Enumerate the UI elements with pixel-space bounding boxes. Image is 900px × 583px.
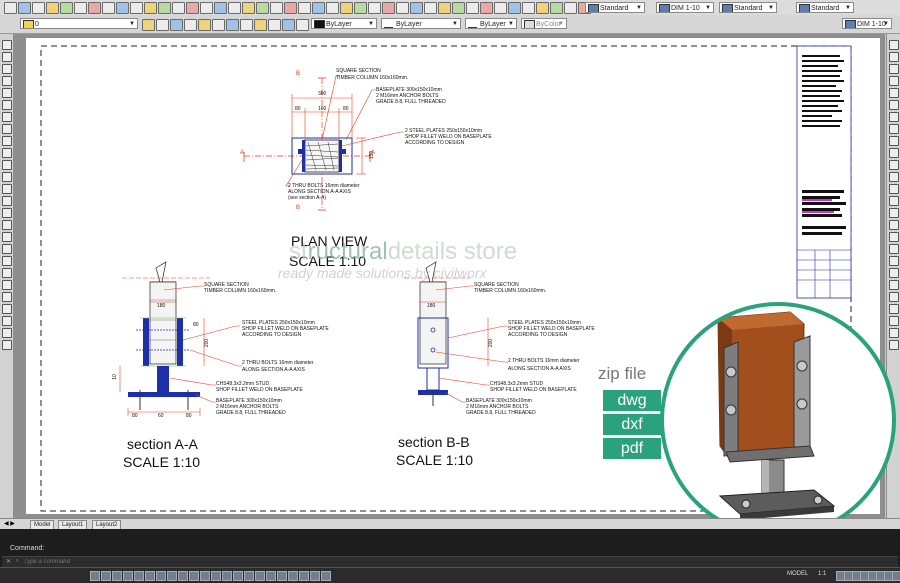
status-toggle-icon[interactable] <box>134 571 144 581</box>
status-toggle-icon[interactable] <box>200 571 210 581</box>
zip-file-label: zip file <box>598 364 647 383</box>
section-bb-scale: SCALE 1:10 <box>396 452 474 468</box>
break-line <box>150 261 176 283</box>
status-toggle-icon[interactable] <box>156 571 166 581</box>
chs-stud <box>426 367 440 391</box>
status-toggle-icon[interactable] <box>244 571 254 581</box>
dim-300: 300 <box>318 91 327 97</box>
status-toggle-icon[interactable] <box>255 571 265 581</box>
section-bb-title: section B-B <box>398 434 470 450</box>
aa-note-bolts-2: ALONG SECTION A-A AXIS <box>242 367 305 373</box>
product-3d-preview <box>660 302 896 538</box>
status-toggle-icon[interactable] <box>299 571 309 581</box>
dwg-badge[interactable]: dwg <box>603 390 661 411</box>
command-input[interactable] <box>24 557 324 566</box>
status-toggle-icon[interactable] <box>266 571 276 581</box>
bb-note-timber-column: TIMBER COLUMN 160x160mm. <box>474 288 547 294</box>
thru-bolt <box>342 149 346 154</box>
aa-dim-200: 200 <box>204 338 211 348</box>
watermark-part-3: details store <box>387 238 518 265</box>
section-marker-a-left: A <box>240 150 245 156</box>
status-toggle-icon[interactable] <box>222 571 232 581</box>
status-toggle-icon[interactable] <box>288 571 298 581</box>
status-toggle-icon[interactable] <box>277 571 287 581</box>
bb-note-plates-3: ACCORDING TO DESIGN <box>508 332 568 338</box>
status-toggle-icon[interactable] <box>233 571 243 581</box>
section-marker-b-top: B <box>296 71 301 77</box>
status-toggle-icon[interactable] <box>178 571 188 581</box>
status-toggle-icon[interactable] <box>90 571 100 581</box>
aa-note-stud-2: SHOP FILLET WELD ON BASEPLATE <box>216 387 303 393</box>
close-icon[interactable]: ✕ <box>6 558 11 565</box>
aa-dim-180: 180 <box>157 303 166 309</box>
note-baseplate-3: GRADE 8.8, FULL THREADED <box>376 99 446 105</box>
watermark-line-1: structuraldetails store <box>289 238 517 266</box>
watermark-part-1: st <box>289 238 308 265</box>
aa-dim-80-left: 80 <box>132 413 138 419</box>
tab-nav-arrows[interactable]: ◀ ▶ <box>4 520 15 527</box>
status-toggle-icon[interactable] <box>112 571 122 581</box>
thru-bolt <box>298 149 302 154</box>
timber-column <box>149 281 177 365</box>
dxf-badge[interactable]: dxf <box>603 414 661 435</box>
note-square-section: SQUARE SECTION <box>336 68 381 74</box>
note-plates-3: ACCORDING TO DESIGN <box>405 140 465 146</box>
status-toggle-icon[interactable] <box>310 571 320 581</box>
section-marker-b-bottom: B <box>296 205 301 211</box>
note-timber-column: TIMBER COLUMN 160x160mm. <box>336 75 409 81</box>
chs-stud <box>157 366 169 392</box>
steel-plate <box>302 140 305 172</box>
bb-note-baseplate-3: GRADE 8.8, FULL THREADED <box>466 410 536 416</box>
timber-post-base-illustration <box>717 311 836 520</box>
aa-dim-10: 10 <box>111 374 118 380</box>
steel-plate <box>143 318 149 366</box>
annotation-scale[interactable]: 1:1 <box>818 571 826 577</box>
note-bolts-3: (see section A-A) <box>288 195 327 201</box>
status-toggle-icon[interactable] <box>101 571 111 581</box>
section-aa-title: section A-A <box>127 436 198 452</box>
aa-note-baseplate-3: GRADE 8.8, FULL THREADED <box>216 410 286 416</box>
title-block <box>796 45 852 299</box>
bb-dim-200: 200 <box>488 338 495 348</box>
status-toggle-icon[interactable] <box>145 571 155 581</box>
bb-note-bolts-1: 2 THRU BOLTS 16mm diameter <box>508 358 580 364</box>
status-toggle-icon[interactable] <box>321 571 331 581</box>
bb-note-bolts-2: ALONG SECTION A-A AXIS <box>508 366 571 372</box>
aa-note-bolts-1: 2 THRU BOLTS 16mm diameter <box>242 360 314 366</box>
status-toggle-icon[interactable] <box>211 571 221 581</box>
baseplate <box>128 392 200 397</box>
dim-100: 100 <box>318 106 327 112</box>
status-toggle-icon[interactable] <box>189 571 199 581</box>
status-toggle-icon[interactable] <box>123 571 133 581</box>
steel-plate <box>177 318 183 366</box>
dim-80-right: 80 <box>343 106 349 112</box>
command-window: Command: ✕ › <box>0 529 900 567</box>
chevron-right-icon: › <box>16 558 18 564</box>
aa-note-timber-column: TIMBER COLUMN 160x160mm. <box>204 288 277 294</box>
bb-dim-180: 180 <box>427 303 436 309</box>
watermark-line-2: ready made solutions by civilworx <box>278 265 487 281</box>
section-aa-scale: SCALE 1:10 <box>123 454 201 470</box>
watermark-part-2: ructural <box>307 238 388 265</box>
steel-plate <box>339 140 342 172</box>
status-toggle-icon[interactable] <box>167 571 177 581</box>
section-marker-a-right: A <box>371 150 376 156</box>
model-space-toggle[interactable]: MODEL <box>787 571 808 577</box>
dim-80-left: 80 <box>295 106 301 112</box>
command-history: Command: <box>10 545 45 552</box>
aa-note-plates-3: ACCORDING TO DESIGN <box>242 332 302 338</box>
pdf-badge[interactable]: pdf <box>603 438 661 459</box>
bb-note-stud-2: SHOP FILLET WELD ON BASEPLATE <box>490 387 577 393</box>
aa-dim-80: 80 <box>193 322 199 328</box>
aa-dim-80-right: 80 <box>186 413 192 419</box>
command-input-row[interactable]: ✕ › <box>2 556 898 567</box>
status-bar: MODEL 1:1 <box>0 567 900 583</box>
aa-dim-60: 60 <box>158 413 164 419</box>
status-toggle-icon[interactable] <box>892 571 900 581</box>
